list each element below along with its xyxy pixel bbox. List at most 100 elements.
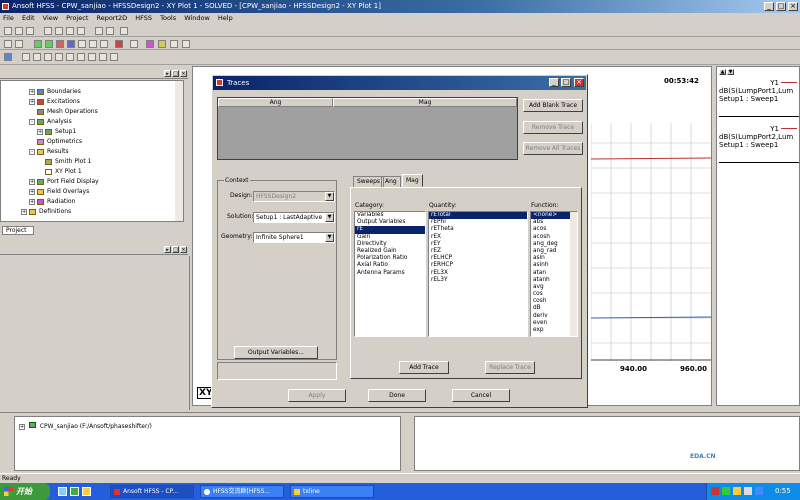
paste-icon[interactable] bbox=[66, 27, 74, 35]
bottom-tree-item[interactable]: + CPW_sanjiao (F:/Ansoft/phaseshifter/) bbox=[19, 422, 152, 430]
add-trace-button[interactable]: Add Trace bbox=[399, 361, 449, 374]
model-icon[interactable] bbox=[4, 40, 12, 48]
dialog-close-button[interactable]: × bbox=[574, 78, 584, 87]
draw-polyline-icon[interactable] bbox=[88, 53, 96, 61]
quantity-item[interactable]: rEL3X bbox=[429, 270, 527, 277]
tray-icon[interactable] bbox=[711, 487, 719, 495]
undo-icon[interactable] bbox=[95, 27, 103, 35]
delete-icon[interactable] bbox=[77, 27, 85, 35]
tab-ang[interactable]: Ang bbox=[381, 176, 401, 187]
tree-item-setup1[interactable]: + Setup1 bbox=[29, 127, 183, 137]
draw-line-icon[interactable] bbox=[22, 53, 30, 61]
draw-spline-icon[interactable] bbox=[33, 53, 41, 61]
menu-edit[interactable]: Edit bbox=[22, 14, 35, 22]
pointer-icon[interactable] bbox=[15, 40, 23, 48]
minimize-button[interactable]: _ bbox=[764, 2, 774, 11]
cancel-button[interactable]: Cancel bbox=[452, 389, 510, 402]
quantity-list[interactable]: rETotal rEPhi rETheta rEX rEY rEZ rELHCP… bbox=[428, 211, 528, 337]
category-item[interactable]: Polarization Ratio bbox=[355, 255, 425, 262]
open-icon[interactable] bbox=[15, 27, 23, 35]
network-icon[interactable] bbox=[755, 487, 763, 495]
remove-trace-button[interactable]: Remove Trace bbox=[523, 121, 583, 134]
tree-item-analysis[interactable]: - Analysis bbox=[29, 117, 183, 127]
show-desktop-icon[interactable] bbox=[58, 487, 67, 496]
draw-arc-icon[interactable] bbox=[44, 53, 52, 61]
category-item[interactable]: Antenna Params bbox=[355, 270, 425, 277]
traces-col-mag[interactable]: Mag bbox=[333, 98, 517, 107]
category-item[interactable]: Directivity bbox=[355, 241, 425, 248]
traces-col-ang[interactable]: Ang bbox=[218, 98, 333, 107]
tree-item-xy-plot[interactable]: XY Plot 1 bbox=[29, 167, 183, 177]
legend-entry-2[interactable]: Y1 dB(S(LumpPort2,Lum Setup1 : Sweep1 bbox=[719, 125, 799, 163]
quantity-item[interactable]: rETheta bbox=[429, 226, 527, 233]
draw-rect-icon[interactable] bbox=[99, 53, 107, 61]
quantity-item[interactable]: rEZ bbox=[429, 248, 527, 255]
chart-icon[interactable] bbox=[158, 40, 166, 48]
close-button[interactable]: × bbox=[788, 2, 798, 11]
field-icon[interactable] bbox=[67, 40, 75, 48]
stop-icon[interactable] bbox=[115, 40, 123, 48]
category-item[interactable]: Output Variables bbox=[355, 219, 425, 226]
quantity-item[interactable]: rELHCP bbox=[429, 255, 527, 262]
tree-item-port-field-display[interactable]: + Port Field Display bbox=[29, 177, 183, 187]
tree-item-mesh-operations[interactable]: Mesh Operations bbox=[29, 107, 183, 117]
plot-icon[interactable] bbox=[89, 40, 97, 48]
legend-scroll-down[interactable]: ▼ bbox=[727, 69, 734, 75]
props-close-button[interactable]: × bbox=[180, 246, 187, 253]
panel-close-button[interactable]: × bbox=[180, 70, 187, 77]
quantity-item[interactable]: rERHCP bbox=[429, 262, 527, 269]
design-select[interactable]: HFSSDesign2 ▼ bbox=[253, 191, 335, 202]
remove-all-traces-button[interactable]: Remove All Traces bbox=[523, 142, 583, 155]
fit-icon[interactable] bbox=[182, 40, 190, 48]
radiation-icon[interactable] bbox=[146, 40, 154, 48]
tree-item-definitions[interactable]: + Definitions bbox=[21, 207, 183, 217]
tree-item-field-overlays[interactable]: + Field Overlays bbox=[29, 187, 183, 197]
validate-icon[interactable] bbox=[34, 40, 42, 48]
function-list[interactable]: <none> abs acos acosh ang_deg ang_rad as… bbox=[530, 211, 578, 337]
category-list[interactable]: Variables Output Variables rE Gain Direc… bbox=[354, 211, 426, 337]
maximize-button[interactable]: □ bbox=[776, 2, 786, 11]
draw-box-icon[interactable] bbox=[55, 53, 63, 61]
menu-project[interactable]: Project bbox=[66, 14, 88, 22]
quantity-item[interactable]: rEL3Y bbox=[429, 277, 527, 284]
draw-sphere-icon[interactable] bbox=[77, 53, 85, 61]
tray-icon[interactable] bbox=[722, 487, 730, 495]
tree-item-boundaries[interactable]: + Boundaries bbox=[29, 87, 183, 97]
tree-item-optimetrics[interactable]: Optimetrics bbox=[29, 137, 183, 147]
traces-table[interactable]: Ang Mag bbox=[217, 97, 518, 160]
speaker-icon[interactable] bbox=[744, 487, 752, 495]
legend-scroll-up[interactable]: ▲ bbox=[719, 69, 726, 75]
quicklaunch-icon[interactable] bbox=[70, 487, 79, 496]
props-restore-button[interactable]: □ bbox=[172, 246, 179, 253]
draw-cylinder-icon[interactable] bbox=[66, 53, 74, 61]
new-icon[interactable] bbox=[4, 27, 12, 35]
redo-icon[interactable] bbox=[106, 27, 114, 35]
task-hfss[interactable]: Ansoft HFSS - CP... bbox=[110, 485, 194, 498]
results-icon[interactable] bbox=[56, 40, 64, 48]
solution-select[interactable]: Setup1 : LastAdaptive ▼ bbox=[253, 212, 335, 223]
expand-icon[interactable]: + bbox=[19, 424, 25, 430]
tree-item-results[interactable]: - Results bbox=[29, 147, 183, 157]
task-chat[interactable]: HFSS交流群[HFSS... bbox=[200, 485, 284, 498]
replace-trace-button[interactable]: Replace Trace bbox=[485, 361, 535, 374]
gear-icon[interactable] bbox=[130, 40, 138, 48]
cut-icon[interactable] bbox=[44, 27, 52, 35]
tab-mag[interactable]: Mag bbox=[402, 174, 423, 187]
quantity-item[interactable]: rEPhi bbox=[429, 219, 527, 226]
copy-icon[interactable] bbox=[55, 27, 63, 35]
add-blank-trace-button[interactable]: Add Blank Trace bbox=[523, 99, 583, 112]
quantity-item[interactable]: rEY bbox=[429, 241, 527, 248]
tab-project[interactable]: Project bbox=[2, 226, 34, 235]
quicklaunch-folder-icon[interactable] bbox=[82, 487, 91, 496]
menu-report2d[interactable]: Report2D bbox=[96, 14, 127, 22]
category-item[interactable]: Gain bbox=[355, 234, 425, 241]
tree-item-excitations[interactable]: + Excitations bbox=[29, 97, 183, 107]
panel-restore-button[interactable]: □ bbox=[172, 70, 179, 77]
report-icon[interactable] bbox=[78, 40, 86, 48]
menu-tools[interactable]: Tools bbox=[160, 14, 176, 22]
tab-sweeps[interactable]: Sweeps bbox=[353, 176, 385, 187]
menu-file[interactable]: File bbox=[3, 14, 14, 22]
save-icon[interactable] bbox=[26, 27, 34, 35]
apply-button[interactable]: Apply bbox=[288, 389, 346, 402]
start-button[interactable]: 开始 bbox=[0, 483, 50, 500]
